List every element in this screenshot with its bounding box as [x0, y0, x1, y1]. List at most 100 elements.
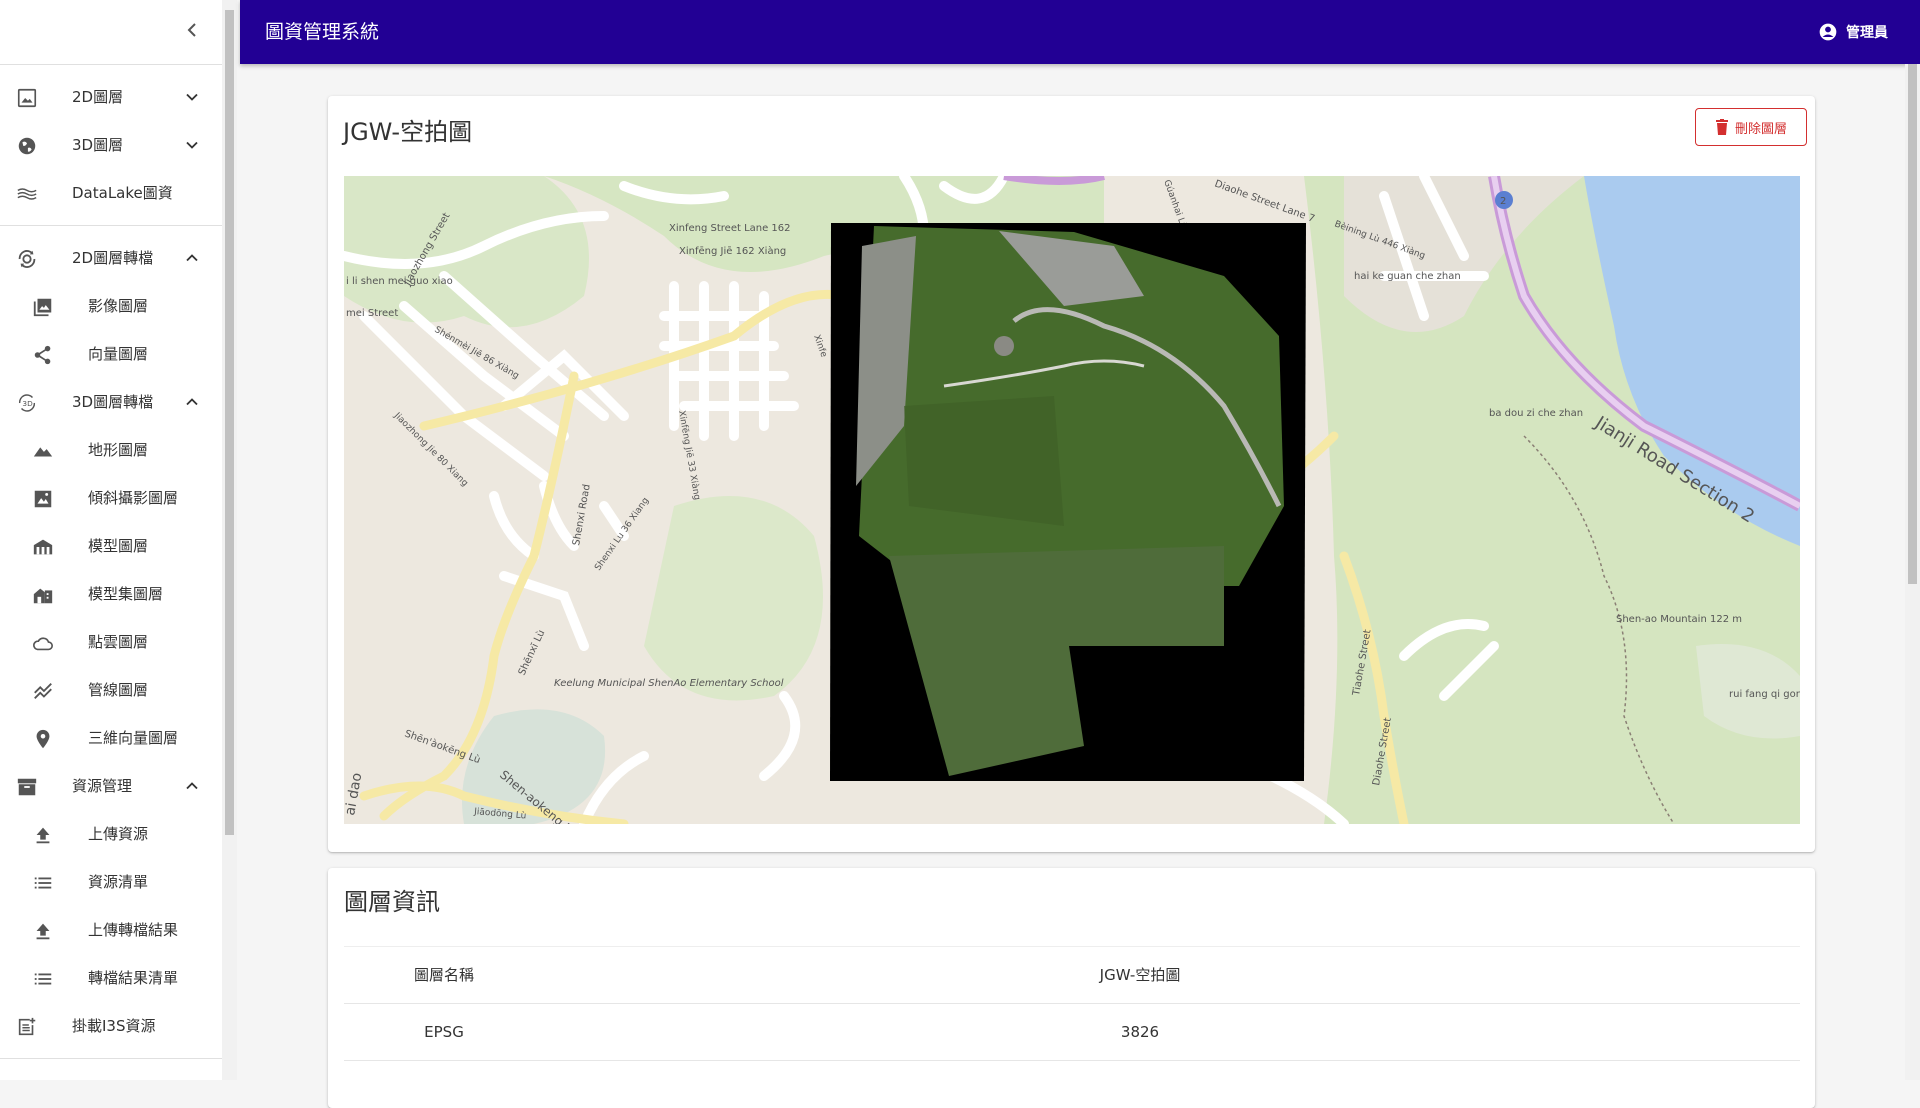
list-icon — [34, 973, 52, 985]
map-label: Shen-ao Mountain 122 m — [1616, 614, 1742, 625]
layer-info-table: 圖層名稱 JGW-空拍圖 EPSG 3826 — [344, 946, 1800, 1061]
sidebar-item-model-set-layer[interactable]: 模型集圖層 — [0, 570, 222, 618]
sidebar-item-upload-conversion[interactable]: 上傳轉檔結果 — [0, 906, 222, 954]
sidebar-item-label: 三維向量圖層 — [88, 729, 179, 747]
sidebar-item-3d-layers[interactable]: 3D圖層 — [0, 121, 222, 169]
info-key: 圖層名稱 — [413, 966, 474, 984]
table-row: 圖層名稱 JGW-空拍圖 — [344, 947, 1800, 1004]
app-title: 圖資管理系統 — [265, 21, 380, 43]
sidebar-item-3d-convert[interactable]: 3D 3D圖層轉檔 — [0, 378, 222, 426]
building-icon — [33, 539, 53, 555]
park-area — [644, 496, 823, 701]
sidebar-item-label: 轉檔結果清單 — [88, 969, 179, 987]
svg-text:3D: 3D — [22, 399, 33, 408]
aerial-imagery-patch — [904, 396, 1064, 526]
sidebar-item-datalake[interactable]: DataLake圖資 — [0, 169, 222, 217]
list-icon — [34, 877, 52, 889]
rotate-2d-icon — [18, 250, 36, 268]
info-title: 圖層資訊 — [344, 888, 440, 916]
map-canvas[interactable]: 2 Xinfeng Street Lane 162 Xinfēng Jiē 16… — [344, 176, 1800, 824]
table-row: EPSG 3826 — [344, 1004, 1800, 1061]
sidebar-item-label: 影像圖層 — [88, 297, 149, 315]
globe-icon — [18, 137, 36, 155]
sidebar-item-label: 3D圖層轉檔 — [72, 393, 154, 411]
map-label: rui fang qi gong — [1729, 689, 1800, 700]
sidebar-divider — [0, 225, 222, 226]
sidebar-item-label: 3D圖層 — [72, 136, 124, 154]
user-menu-button[interactable]: 管理員 — [1818, 20, 1888, 44]
trash-icon — [1715, 119, 1728, 135]
sidebar-item-resource-list[interactable]: 資源清單 — [0, 858, 222, 906]
sidebar-item-oblique-layer[interactable]: 傾斜攝影圖層 — [0, 474, 222, 522]
map-label: mei Street — [346, 308, 398, 319]
delete-layer-label: 刪除圖層 — [1734, 121, 1787, 137]
sidebar-item-label: 地形圖層 — [88, 441, 149, 459]
layer-title: JGW-空拍圖 — [343, 118, 473, 146]
structure-in-imagery — [994, 336, 1014, 356]
map-label: ba dou zi che zhan — [1489, 408, 1583, 419]
sidebar-item-resource-management[interactable]: 資源管理 — [0, 762, 222, 810]
delete-layer-button[interactable]: 刪除圖層 — [1695, 108, 1807, 146]
waves-icon — [17, 188, 37, 200]
upload-icon — [36, 827, 50, 844]
sidebar-item-terrain-layer[interactable]: 地形圖層 — [0, 426, 222, 474]
chevron-left-icon[interactable] — [180, 18, 204, 42]
buildings-icon — [33, 588, 53, 604]
archive-icon — [17, 778, 37, 796]
cloud-icon — [33, 637, 53, 651]
sidebar-scrollbar[interactable] — [222, 0, 237, 1080]
sidebar-item-label: 2D圖層 — [72, 88, 124, 106]
sidebar-item-label: 管線圖層 — [88, 681, 149, 699]
sidebar-item-label: 資源管理 — [72, 777, 133, 795]
post-add-icon — [18, 1017, 36, 1036]
sidebar-item-vector-layer[interactable]: 向量圖層 — [0, 330, 222, 378]
sidebar-item-conversion-list[interactable]: 轉檔結果清單 — [0, 954, 222, 1002]
location-pin-icon — [36, 729, 50, 749]
sidebar-item-label: 點雲圖層 — [88, 633, 149, 651]
sidebar-item-label: 傾斜攝影圖層 — [88, 489, 179, 507]
sidebar-item-label: DataLake圖資 — [72, 184, 173, 202]
page-scrollbar[interactable] — [1905, 64, 1920, 1080]
photo-library-icon — [33, 298, 52, 317]
sidebar-item-2d-convert[interactable]: 2D圖層轉檔 — [0, 234, 222, 282]
sidebar-item-upload-resource[interactable]: 上傳資源 — [0, 810, 222, 858]
sidebar-item-label: 模型集圖層 — [88, 585, 164, 603]
upload-icon — [36, 923, 50, 940]
photo-icon — [34, 490, 52, 508]
map-view[interactable]: 2 Xinfeng Street Lane 162 Xinfēng Jiē 16… — [344, 176, 1800, 824]
image-icon — [17, 88, 37, 108]
scrollbar-thumb[interactable] — [1908, 64, 1917, 584]
sidebar-item-3d-vector-layer[interactable]: 三維向量圖層 — [0, 714, 222, 762]
sidebar-item-pipeline-layer[interactable]: 管線圖層 — [0, 666, 222, 714]
sidebar-item-label: 模型圖層 — [88, 537, 149, 555]
map-label: hai ke guan che zhan — [1354, 271, 1461, 282]
map-label: Xinfēng Jiē 162 Xiàng — [679, 245, 786, 257]
sidebar-item-label: 上傳轉檔結果 — [88, 921, 179, 939]
sidebar: 2D圖層 3D圖層 DataLake圖資 2D圖層轉檔 影像圖層 向量圖層 3D… — [0, 0, 223, 1080]
map-label: Xinfeng Street Lane 162 — [669, 223, 791, 234]
scrollbar-thumb[interactable] — [225, 10, 234, 835]
sidebar-item-pointcloud-layer[interactable]: 點雲圖層 — [0, 618, 222, 666]
share-nodes-icon — [34, 345, 51, 365]
pipeline-icon — [34, 683, 52, 699]
sidebar-item-mount-i3s[interactable]: 掛載I3S資源 — [0, 1002, 222, 1050]
layer-info-card: 圖層資訊 圖層名稱 JGW-空拍圖 EPSG 3826 — [328, 868, 1815, 1108]
chevron-up-icon — [186, 398, 198, 406]
aerial-image-layer — [830, 223, 1306, 781]
app-header: 圖資管理系統 管理員 — [240, 0, 1920, 64]
account-circle-icon — [1819, 23, 1837, 41]
map-label: i li shen mei guo xiao — [346, 276, 453, 287]
chevron-up-icon — [186, 254, 198, 262]
terrain-icon — [33, 447, 53, 457]
sidebar-divider — [0, 1058, 222, 1059]
info-value: 3826 — [1120, 1023, 1160, 1041]
chevron-down-icon — [186, 93, 198, 101]
sidebar-item-label: 向量圖層 — [88, 345, 149, 363]
sidebar-item-2d-layers[interactable]: 2D圖層 — [0, 73, 222, 121]
sidebar-item-label: 掛載I3S資源 — [72, 1017, 156, 1035]
route-shield-label: 2 — [1500, 196, 1506, 207]
sidebar-item-model-layer[interactable]: 模型圖層 — [0, 522, 222, 570]
layer-preview-card: JGW-空拍圖 刪除圖層 2 Xinfeng Street Lane 162 X… — [328, 96, 1815, 852]
sidebar-item-image-layer[interactable]: 影像圖層 — [0, 282, 222, 330]
chevron-down-icon — [186, 141, 198, 149]
